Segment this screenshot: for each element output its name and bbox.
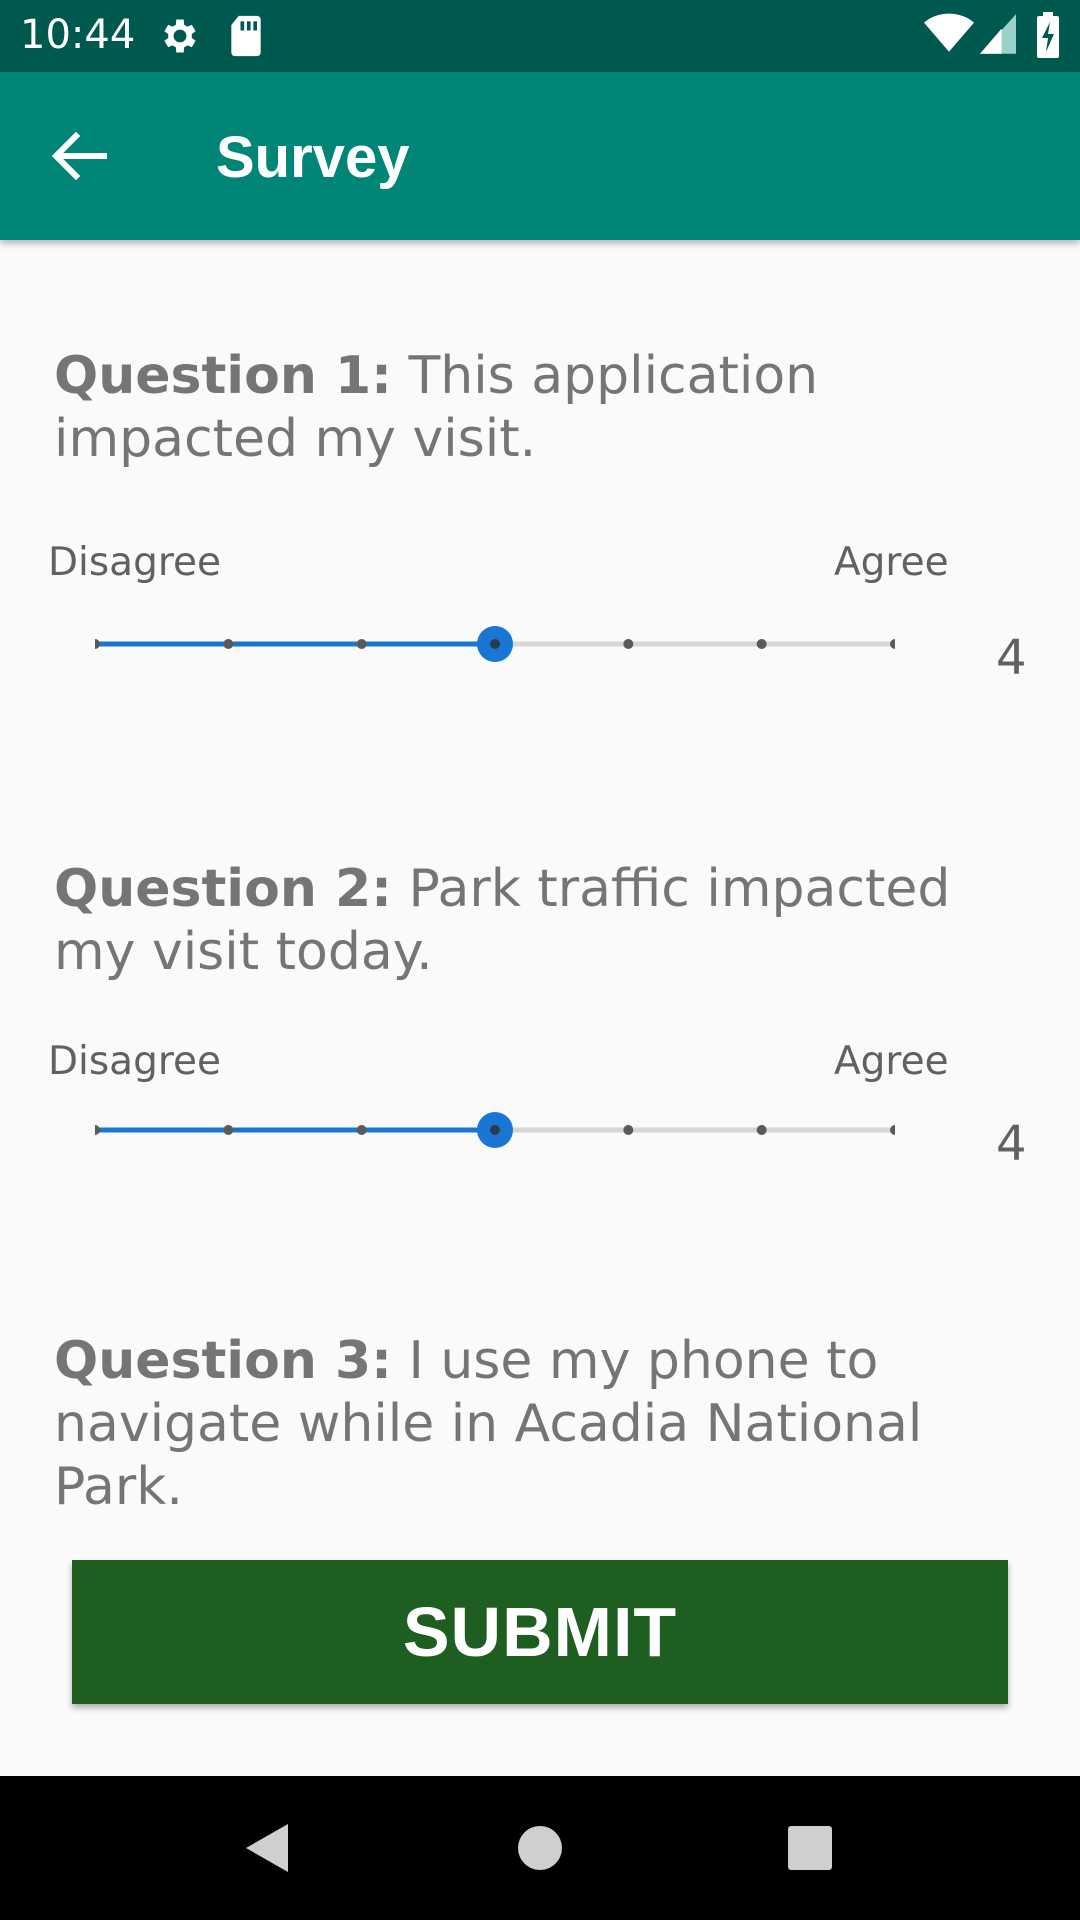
question-2-max-label: Agree — [834, 1039, 949, 1084]
app-bar: Survey — [0, 72, 1080, 240]
question-1-value: 4 — [996, 630, 1027, 686]
question-3-label: Question 3: — [54, 1331, 392, 1391]
question-2-min-label: Disagree — [48, 1039, 222, 1084]
question-2-label: Question 2: — [54, 859, 392, 919]
status-time: 10:44 — [20, 12, 136, 58]
recents-square-icon[interactable] — [780, 1818, 840, 1883]
slider-tick — [95, 1125, 100, 1135]
question-2-value: 4 — [996, 1116, 1027, 1172]
slider-tick — [890, 639, 895, 649]
gear-icon — [158, 14, 202, 63]
home-circle-icon[interactable] — [510, 1818, 570, 1883]
question-1-max-label: Agree — [834, 540, 949, 585]
slider-tick — [623, 639, 634, 649]
wifi-icon — [924, 12, 974, 59]
slider-tick — [223, 1125, 234, 1135]
question-3-text: Question 3: I use my phone to navigate w… — [54, 1330, 1014, 1519]
slider-tick — [95, 639, 100, 649]
navigation-bar — [0, 1776, 1080, 1920]
slider-thumb-tick — [490, 639, 500, 649]
back-button[interactable] — [28, 108, 124, 204]
question-1-slider[interactable] — [95, 614, 895, 674]
battery-charging-icon — [1036, 12, 1060, 63]
question-1-text: Question 1: This application impacted my… — [54, 345, 1014, 471]
survey-screen: 10:44 Survey Question 1: This applicatio… — [0, 0, 1080, 1920]
question-1-min-label: Disagree — [48, 540, 222, 585]
question-2-text: Question 2: Park traffic impacted my vis… — [54, 858, 1014, 984]
signal-icon — [980, 14, 1016, 59]
slider-tick — [756, 1125, 767, 1135]
slider-tick — [890, 1125, 895, 1135]
slider-tick — [623, 1125, 634, 1135]
status-bar: 10:44 — [0, 0, 1080, 72]
slider-tick — [223, 639, 234, 649]
page-title: Survey — [216, 125, 410, 190]
back-triangle-icon[interactable] — [240, 1818, 300, 1883]
arrow-back-icon — [51, 131, 107, 181]
slider-tick — [356, 1125, 367, 1135]
slider-thumb-tick — [490, 1125, 500, 1135]
slider-tick — [756, 639, 767, 649]
question-2-slider[interactable] — [95, 1100, 895, 1160]
slider-tick — [356, 639, 367, 649]
question-1-label: Question 1: — [54, 346, 392, 406]
submit-button[interactable]: SUBMIT — [72, 1560, 1008, 1704]
sd-card-icon — [226, 14, 266, 63]
